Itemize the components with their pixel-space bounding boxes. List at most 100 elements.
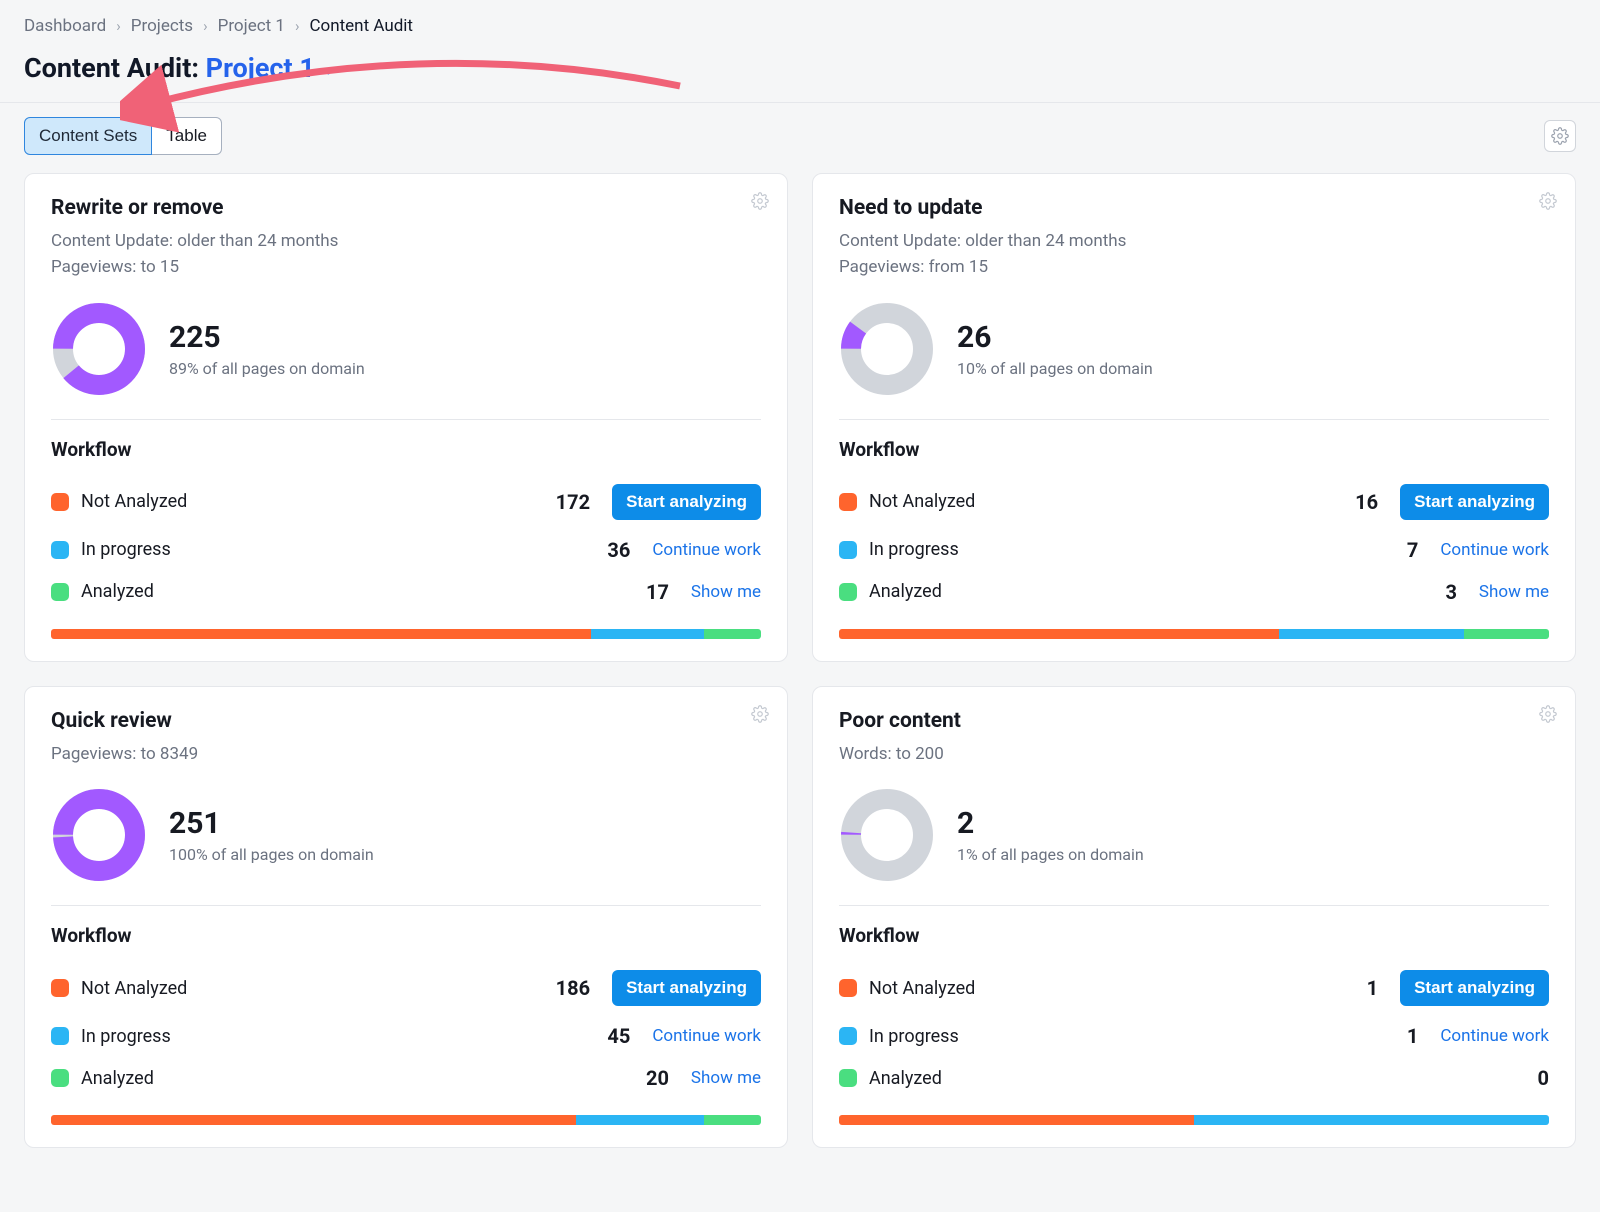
workflow-label: Not Analyzed [869, 978, 975, 999]
tab-table[interactable]: Table [152, 117, 222, 155]
start-analyzing-button[interactable]: Start analyzing [1400, 970, 1549, 1006]
card-settings-button[interactable] [751, 192, 769, 214]
bar-segment-not-analyzed [839, 629, 1279, 639]
workflow-heading: Workflow [51, 438, 761, 461]
breadcrumb-projects[interactable]: Projects [131, 16, 193, 36]
workflow-label: Not Analyzed [869, 491, 975, 512]
start-analyzing-button[interactable]: Start analyzing [612, 970, 761, 1006]
bar-segment-not-analyzed [51, 1115, 576, 1125]
workflow-label: In progress [81, 1026, 171, 1047]
workflow-count: 1 [1338, 976, 1378, 1000]
workflow-label: In progress [81, 539, 171, 560]
divider [51, 905, 761, 906]
card-percent-text: 89% of all pages on domain [169, 359, 365, 378]
gear-icon [1551, 127, 1569, 145]
workflow-label: Analyzed [81, 1068, 154, 1089]
workflow-count: 45 [590, 1024, 630, 1048]
workflow-count: 3 [1417, 580, 1457, 604]
continue-work-link[interactable]: Continue work [1440, 1026, 1549, 1046]
chevron-right-icon: › [203, 17, 208, 35]
donut-chart [839, 301, 935, 397]
bar-segment-analyzed [704, 629, 761, 639]
workflow-count: 16 [1338, 490, 1378, 514]
workflow-row-not-analyzed: Not Analyzed 172 Start analyzing [51, 475, 761, 529]
card-title: Poor content [839, 709, 1549, 733]
gear-icon [1539, 705, 1557, 723]
page-title: Content Audit: Project 1 [24, 52, 315, 84]
bar-segment-in-progress [1279, 629, 1464, 639]
workflow-row-analyzed: Analyzed 0 [839, 1057, 1549, 1099]
card-percent-text: 10% of all pages on domain [957, 359, 1153, 378]
workflow-heading: Workflow [51, 924, 761, 947]
card-count: 225 [169, 320, 365, 355]
start-analyzing-button[interactable]: Start analyzing [1400, 484, 1549, 520]
status-dot-analyzed [839, 1069, 857, 1087]
gear-icon [751, 192, 769, 210]
workflow-count: 0 [1509, 1066, 1549, 1090]
workflow-count: 172 [550, 490, 590, 514]
status-dot-analyzed [51, 583, 69, 601]
workflow-row-analyzed: Analyzed 17 Show me [51, 571, 761, 613]
workflow-count: 20 [629, 1066, 669, 1090]
card-settings-button[interactable] [1539, 192, 1557, 214]
workflow-count: 1 [1378, 1024, 1418, 1048]
card-subtitle-1: Pageviews: to 8349 [51, 741, 761, 767]
breadcrumb-project1[interactable]: Project 1 [218, 16, 285, 36]
status-dot-in-progress [839, 541, 857, 559]
workflow-label: Analyzed [869, 581, 942, 602]
status-dot-not-analyzed [51, 979, 69, 997]
workflow-row-not-analyzed: Not Analyzed 1 Start analyzing [839, 961, 1549, 1015]
card-subtitle-1: Content Update: older than 24 months [51, 228, 761, 254]
bar-segment-not-analyzed [51, 629, 591, 639]
chevron-down-icon[interactable]: ⌄ [321, 58, 336, 79]
show-me-link[interactable]: Show me [691, 1068, 761, 1088]
workflow-label: Analyzed [81, 581, 154, 602]
workflow-heading: Workflow [839, 924, 1549, 947]
bar-segment-analyzed [1464, 629, 1549, 639]
breadcrumb-dashboard[interactable]: Dashboard [24, 16, 106, 36]
bar-segment-analyzed [704, 1115, 761, 1125]
workflow-row-not-analyzed: Not Analyzed 186 Start analyzing [51, 961, 761, 1015]
workflow-label: Not Analyzed [81, 491, 187, 512]
start-analyzing-button[interactable]: Start analyzing [612, 484, 761, 520]
gear-icon [1539, 192, 1557, 210]
card-count: 26 [957, 320, 1153, 355]
content-set-card-rewrite: Rewrite or remove Content Update: older … [24, 173, 788, 662]
workflow-row-analyzed: Analyzed 3 Show me [839, 571, 1549, 613]
card-settings-button[interactable] [751, 705, 769, 727]
card-settings-button[interactable] [1539, 705, 1557, 727]
breadcrumb-current: Content Audit [309, 16, 413, 36]
bar-segment-not-analyzed [839, 1115, 1194, 1125]
tab-content-sets[interactable]: Content Sets [24, 117, 152, 155]
show-me-link[interactable]: Show me [1479, 582, 1549, 602]
workflow-count: 17 [629, 580, 669, 604]
card-subtitle-1: Words: to 200 [839, 741, 1549, 767]
card-percent-text: 100% of all pages on domain [169, 845, 374, 864]
bar-segment-in-progress [576, 1115, 704, 1125]
card-title: Rewrite or remove [51, 196, 761, 220]
workflow-row-in-progress: In progress 36 Continue work [51, 529, 761, 571]
workflow-progress-bar [51, 629, 761, 639]
card-subtitle-2: Pageviews: from 15 [839, 254, 1549, 280]
show-me-link[interactable]: Show me [691, 582, 761, 602]
status-dot-in-progress [51, 1027, 69, 1045]
card-title: Quick review [51, 709, 761, 733]
continue-work-link[interactable]: Continue work [1440, 540, 1549, 560]
workflow-count: 7 [1378, 538, 1418, 562]
workflow-progress-bar [839, 629, 1549, 639]
divider [839, 419, 1549, 420]
workflow-row-in-progress: In progress 45 Continue work [51, 1015, 761, 1057]
view-tabs: Content Sets Table [24, 117, 222, 155]
status-dot-in-progress [839, 1027, 857, 1045]
continue-work-link[interactable]: Continue work [652, 1026, 761, 1046]
status-dot-not-analyzed [839, 979, 857, 997]
page-settings-button[interactable] [1544, 120, 1576, 152]
chevron-right-icon: › [116, 17, 121, 35]
continue-work-link[interactable]: Continue work [652, 540, 761, 560]
donut-chart [51, 787, 147, 883]
workflow-label: Analyzed [869, 1068, 942, 1089]
card-subtitle-2: Pageviews: to 15 [51, 254, 761, 280]
project-switcher[interactable]: Project 1 [206, 52, 315, 84]
content-set-card-need-update: Need to update Content Update: older tha… [812, 173, 1576, 662]
page-title-prefix: Content Audit: [24, 52, 206, 84]
